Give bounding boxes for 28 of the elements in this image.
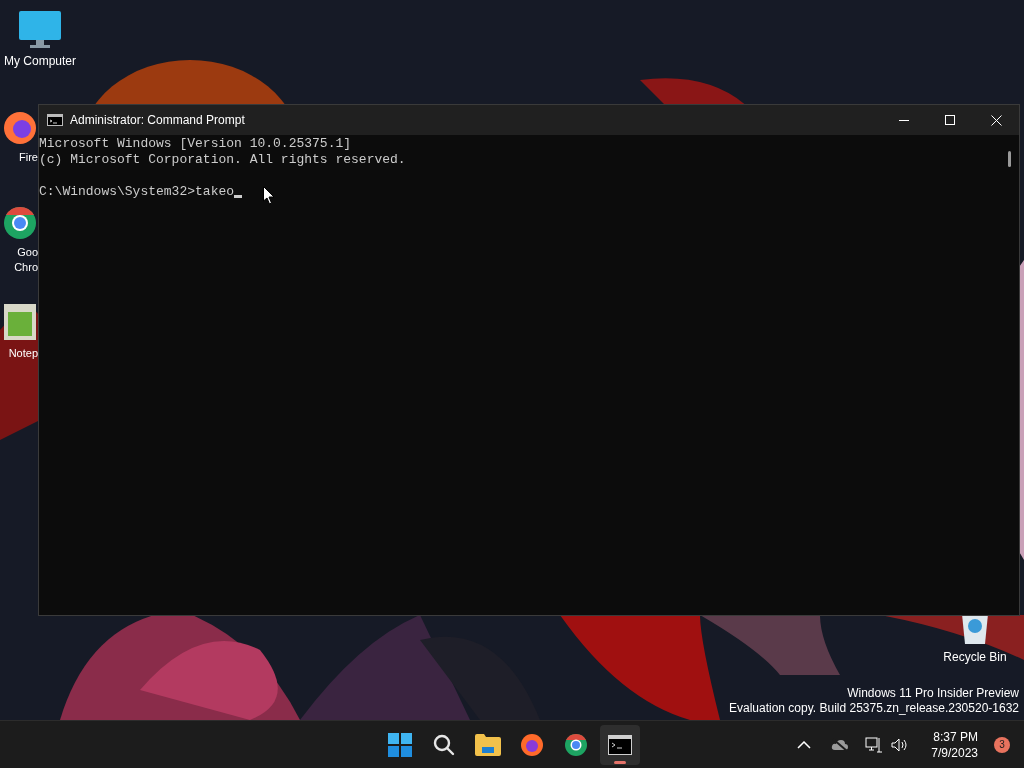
watermark-text: Evaluation copy. Build 25375.zn_release.230520-1632 <box>729 701 1019 716</box>
console-line: C:\Windows\System32>takeo <box>39 184 235 200</box>
active-indicator <box>614 760 626 764</box>
network-icon[interactable] <box>865 736 884 753</box>
icon-label: Recycle Bin <box>943 650 1007 665</box>
windows-logo-icon <box>388 732 412 757</box>
clock-time: 8:37 PM <box>933 728 978 745</box>
minimize-icon <box>899 119 909 121</box>
console-line: (c) Microsoft Corporation. All rights reserved. <box>39 152 406 168</box>
console-icon <box>47 114 63 126</box>
watermark-text: Windows 11 Pro Insider Preview <box>847 686 1019 701</box>
search-icon <box>432 732 456 757</box>
clock-date: 7/9/2023 <box>931 744 978 761</box>
mouse-pointer-icon <box>263 186 275 205</box>
taskbar-app-button[interactable] <box>600 724 640 765</box>
maximize-icon <box>945 115 955 125</box>
chevron-up-icon[interactable] <box>797 740 812 749</box>
chrome-icon <box>564 732 588 757</box>
notification-badge[interactable]: 3 <box>994 736 1010 753</box>
terminal-icon <box>608 734 632 755</box>
cloud-icon[interactable] <box>831 737 850 752</box>
firefox-icon <box>520 732 544 757</box>
speaker-icon[interactable] <box>891 737 910 752</box>
folder-icon <box>475 733 501 756</box>
close-icon <box>990 114 1002 126</box>
clock[interactable]: 8:37 PM 7/9/2023 <box>931 728 978 761</box>
console-line: Microsoft Windows [Version 10.0.25375.1] <box>39 136 352 152</box>
window-title: Administrator: Command Prompt <box>70 112 245 129</box>
